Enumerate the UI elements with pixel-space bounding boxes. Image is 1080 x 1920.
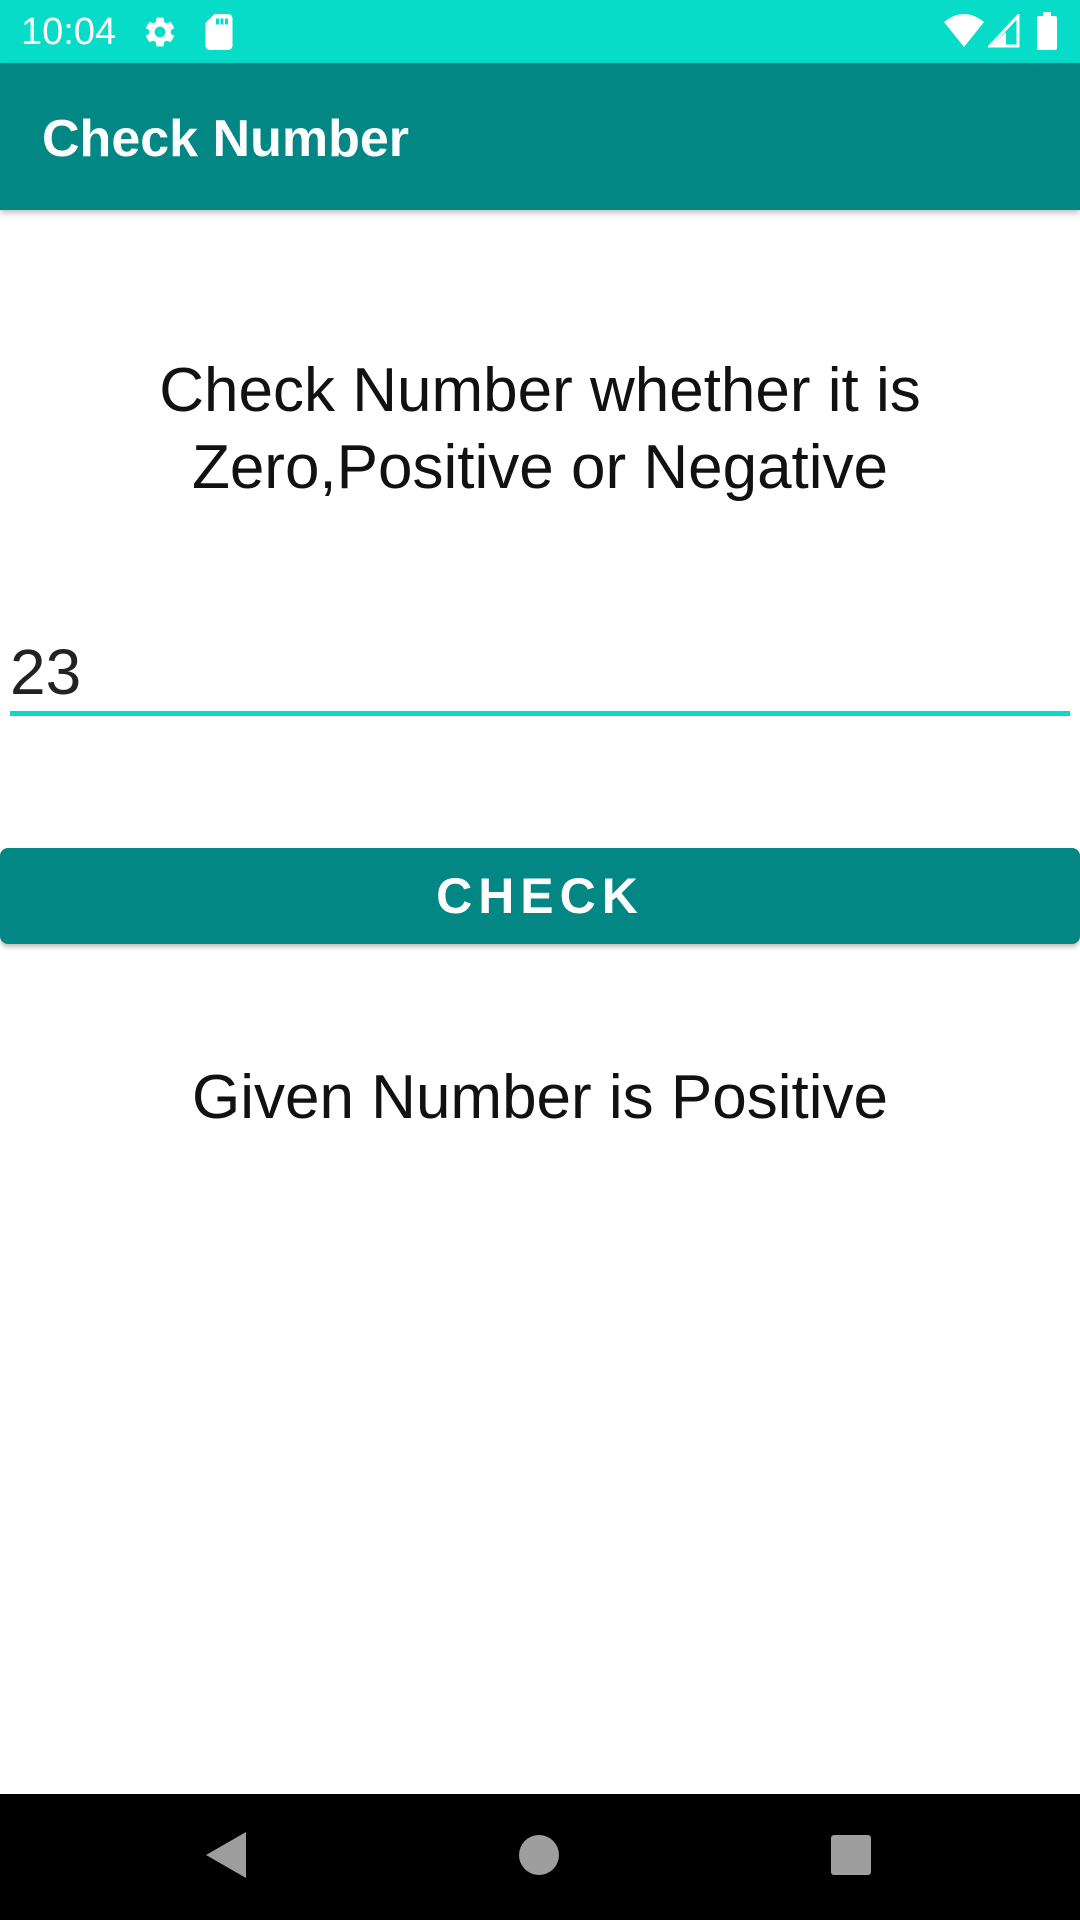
battery-icon <box>1037 12 1057 50</box>
back-icon[interactable] <box>194 1822 260 1888</box>
navigation-bar <box>0 1794 1080 1920</box>
sd-card-icon <box>205 14 233 50</box>
number-input[interactable] <box>10 632 1070 716</box>
settings-icon <box>145 17 175 47</box>
home-icon[interactable] <box>506 1822 572 1888</box>
status-time: 10:04 <box>21 11 117 53</box>
recents-icon[interactable] <box>818 1822 884 1888</box>
page-heading: Check Number whether it is Zero,Positive… <box>159 356 921 502</box>
app-bar: Check Number <box>0 63 1080 210</box>
signal-icon <box>988 14 1020 48</box>
app-title: Check Number <box>42 110 409 168</box>
result-text: Given Number is Positive <box>191 1063 889 1132</box>
check-button[interactable]: CHECK <box>0 848 1080 944</box>
app-screen: 10:04 Check Number Check Number whether … <box>0 0 1080 1920</box>
wifi-icon <box>944 14 984 47</box>
status-bar: 10:04 <box>0 0 1080 63</box>
